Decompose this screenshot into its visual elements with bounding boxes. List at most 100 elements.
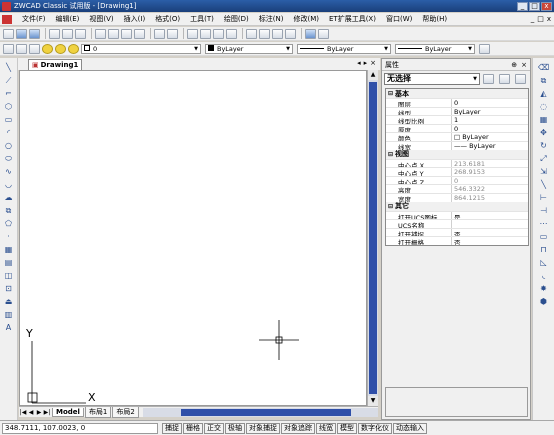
mirror-icon[interactable]: ◭ xyxy=(538,88,549,99)
model-toggle[interactable]: 模型 xyxy=(337,422,357,434)
prev-tab-icon[interactable]: ◀ xyxy=(27,409,35,416)
group-basic[interactable]: ⊟ 基本 xyxy=(386,89,528,98)
snap-toggle[interactable]: 捕捉 xyxy=(162,422,182,434)
property-row[interactable]: 打开栅格否 xyxy=(386,236,528,245)
polyline-icon[interactable]: ⌐ xyxy=(3,88,14,99)
cut-icon[interactable] xyxy=(95,28,106,39)
arc-icon[interactable]: ◜ xyxy=(3,127,14,138)
property-value[interactable]: 否 xyxy=(452,237,528,245)
offset-icon[interactable]: ◌ xyxy=(538,101,549,112)
new-file-icon[interactable] xyxy=(3,28,14,39)
stretch-icon[interactable]: ⇲ xyxy=(538,166,549,177)
fillet-icon[interactable]: ◟ xyxy=(538,270,549,281)
property-row[interactable]: 中心点 Y 268.9153 xyxy=(386,167,528,176)
lineweight-toggle[interactable]: 线宽 xyxy=(316,422,336,434)
menu-help[interactable]: 帮助(H) xyxy=(417,14,452,24)
zoom-realtime-icon[interactable] xyxy=(200,28,211,39)
scroll-up-icon[interactable]: ▲ xyxy=(368,70,378,80)
menu-draw[interactable]: 绘图(D) xyxy=(219,14,254,24)
maximize-button[interactable]: □ xyxy=(529,1,540,11)
minimize-button[interactable]: _ xyxy=(517,1,528,11)
drawing-canvas[interactable]: Y X xyxy=(19,70,367,406)
property-row[interactable]: 图层 0 xyxy=(386,98,528,107)
design-center-icon[interactable] xyxy=(259,28,270,39)
property-row[interactable]: 颜色 □ ByLayer xyxy=(386,132,528,141)
property-value[interactable]: ByLayer xyxy=(452,108,528,116)
zoom-window-icon[interactable] xyxy=(213,28,224,39)
tab-scroll-right-icon[interactable]: ▸ xyxy=(364,59,368,67)
color-dropdown[interactable]: ByLayer ▼ xyxy=(205,43,293,54)
tool-palettes-icon[interactable] xyxy=(272,28,283,39)
print-preview-icon[interactable] xyxy=(62,28,73,39)
move-icon[interactable]: ✥ xyxy=(538,127,549,138)
tab-model[interactable]: Model xyxy=(52,407,84,417)
help-icon[interactable] xyxy=(318,28,329,39)
select-objects-icon[interactable] xyxy=(499,73,510,84)
lengthen-icon[interactable]: ╲ xyxy=(538,179,549,190)
publish-icon[interactable] xyxy=(75,28,86,39)
copy-icon[interactable] xyxy=(108,28,119,39)
property-value[interactable]: □ ByLayer xyxy=(452,133,528,141)
ellipse-icon[interactable]: ⬭ xyxy=(3,153,14,164)
tab-layout2[interactable]: 布局2 xyxy=(112,406,139,418)
undo-icon[interactable] xyxy=(154,28,165,39)
hatch-icon[interactable]: ▦ xyxy=(3,244,14,255)
boundary-icon[interactable]: ⊡ xyxy=(3,283,14,294)
property-row[interactable]: 打开捕捉否 xyxy=(386,227,528,237)
doc-close-button[interactable]: x xyxy=(547,15,551,23)
vertical-scroll-thumb[interactable] xyxy=(369,82,377,394)
doc-restore-button[interactable]: □ xyxy=(537,15,544,23)
trim-icon[interactable]: ⊢ xyxy=(538,192,549,203)
layer-previous-icon[interactable] xyxy=(29,43,40,54)
collapse-icon[interactable]: ⊟ xyxy=(386,203,395,210)
point-icon[interactable]: · xyxy=(3,231,14,242)
open-file-icon[interactable] xyxy=(16,28,27,39)
spline-icon[interactable]: ∿ xyxy=(3,166,14,177)
extend-icon[interactable]: ⊣ xyxy=(538,205,549,216)
layer-on-bulb-icon[interactable] xyxy=(42,43,53,54)
mtext-icon[interactable]: A xyxy=(3,322,14,333)
polar-toggle[interactable]: 极轴 xyxy=(225,422,245,434)
quick-select-icon[interactable] xyxy=(515,73,526,84)
menu-view[interactable]: 视图(V) xyxy=(84,14,118,24)
group-view[interactable]: ⊟ 视图 xyxy=(386,149,528,159)
menu-insert[interactable]: 插入(I) xyxy=(119,14,151,24)
layer-state-icon[interactable] xyxy=(16,43,27,54)
property-value[interactable]: 否 xyxy=(452,229,528,237)
revision-cloud-icon[interactable]: ☁ xyxy=(3,192,14,203)
vertical-scrollbar[interactable]: ▲ ▼ xyxy=(367,70,378,406)
edit-polyline-icon[interactable]: ⬢ xyxy=(538,296,549,307)
tab-drawing1[interactable]: ▣ Drawing1 xyxy=(28,59,83,70)
tab-scroll-left-icon[interactable]: ◂ xyxy=(357,59,361,67)
property-row[interactable]: 打开UCS图标是 xyxy=(386,210,528,220)
lineweight-dropdown[interactable]: ByLayer ▼ xyxy=(395,43,475,54)
property-value[interactable]: —— ByLayer xyxy=(452,142,528,150)
region-icon[interactable]: ◫ xyxy=(3,270,14,281)
pan-icon[interactable] xyxy=(187,28,198,39)
linetype-dropdown[interactable]: ByLayer ▼ xyxy=(297,43,391,54)
wipeout-icon[interactable]: ⏏ xyxy=(3,296,14,307)
property-row[interactable]: 中心点 X 213.6181 xyxy=(386,158,528,168)
collapse-icon[interactable]: ⊟ xyxy=(386,151,395,158)
group-misc[interactable]: ⊟ 其它 xyxy=(386,201,528,211)
menu-dimension[interactable]: 标注(N) xyxy=(254,14,289,24)
menu-modify[interactable]: 修改(M) xyxy=(288,14,324,24)
next-tab-icon[interactable]: ▶ xyxy=(35,409,43,416)
rotate-icon[interactable]: ↻ xyxy=(538,140,549,151)
panel-close-icon[interactable]: × xyxy=(521,61,527,69)
property-row[interactable]: UCS名称 xyxy=(386,219,528,228)
menu-format[interactable]: 格式(O) xyxy=(150,14,185,24)
horizontal-scrollbar[interactable] xyxy=(142,407,378,417)
last-tab-icon[interactable]: ▶| xyxy=(43,409,51,416)
join-icon[interactable]: ⊓ xyxy=(538,244,549,255)
menu-file[interactable]: 文件(F) xyxy=(17,14,51,24)
ellipse-arc-icon[interactable]: ◡ xyxy=(3,179,14,190)
close-button[interactable]: x xyxy=(541,1,552,11)
array-icon[interactable]: ▦ xyxy=(538,114,549,125)
construction-line-icon[interactable]: ⟋ xyxy=(3,75,14,86)
menu-edit[interactable]: 编辑(E) xyxy=(51,14,85,24)
layer-lock-icon[interactable] xyxy=(68,43,79,54)
paste-icon[interactable] xyxy=(121,28,132,39)
rectangle-icon[interactable]: ▭ xyxy=(3,114,14,125)
break-at-point-icon[interactable]: ⋯ xyxy=(538,218,549,229)
